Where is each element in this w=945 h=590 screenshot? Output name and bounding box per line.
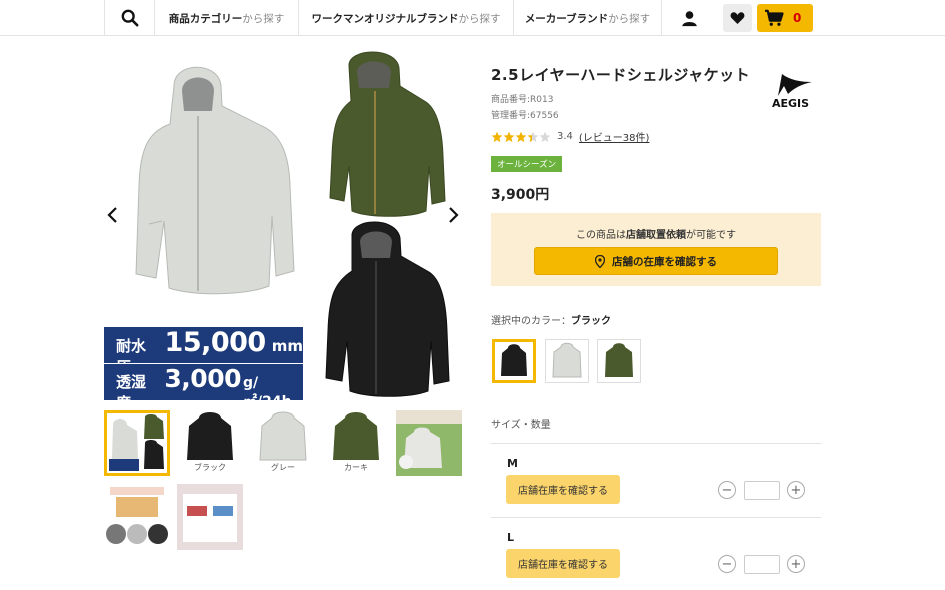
thumbnail-2[interactable]: ブラック xyxy=(177,410,243,476)
thumbnail-7[interactable] xyxy=(177,484,243,550)
nav-original-brand[interactable]: ワークマンオリジナルブランド から探す xyxy=(299,0,514,36)
selected-color-label: 選択中のカラー：ブラック xyxy=(491,312,611,327)
search-icon xyxy=(121,9,138,27)
size-quantity-label: サイズ・数量 xyxy=(491,420,551,431)
khaki-jacket-image xyxy=(329,51,446,217)
thumbnail-5-image xyxy=(396,410,462,476)
color-option-khaki-image xyxy=(605,343,633,377)
store-pickup-box: この商品は店舗取置依頼が可能です 店舗の在庫を確認する xyxy=(491,213,821,286)
location-pin-icon xyxy=(595,254,605,268)
cart-button[interactable]: 0 xyxy=(757,4,813,32)
size-m-quantity-input[interactable] xyxy=(744,481,780,500)
review-link[interactable]: (レビュー38件) xyxy=(579,129,650,144)
thumbnail-6-image xyxy=(106,487,168,544)
check-store-stock-button[interactable]: 店舗の在庫を確認する xyxy=(534,247,778,275)
star-icon xyxy=(539,131,551,142)
size-l-quantity-input[interactable] xyxy=(744,555,780,574)
divider xyxy=(491,443,821,444)
size-l-label: L xyxy=(507,531,515,544)
rating-value: 3.4 xyxy=(557,131,573,142)
size-m-label: M xyxy=(507,457,518,470)
product-number: 商品番号:R013 xyxy=(491,95,554,105)
season-badge: オールシーズン xyxy=(491,156,563,172)
size-l-minus-button[interactable]: − xyxy=(718,555,736,573)
breathability-badge: 透湿度 3,000 g/㎡/24h xyxy=(104,364,303,412)
nav-maker-brand-sub: から探す xyxy=(608,12,651,25)
star-icon xyxy=(527,131,539,142)
minus-icon: − xyxy=(721,482,733,498)
store-text-post: が可能です xyxy=(686,230,736,241)
divider xyxy=(491,517,821,518)
breathability-label: 透湿度 xyxy=(116,373,147,412)
thumbnail-3-caption: グレー xyxy=(271,463,295,472)
size-l-store-stock-button[interactable]: 店舗在庫を確認する xyxy=(506,549,620,578)
thumbnail-4[interactable]: カーキ xyxy=(323,410,389,476)
store-text-bold: 店舗取置依頼 xyxy=(626,230,686,241)
store-pickup-text: この商品は店舗取置依頼が可能です xyxy=(491,226,821,241)
color-option-gray[interactable] xyxy=(545,339,589,383)
nav-original-brand-label: ワークマンオリジナルブランド xyxy=(311,12,459,25)
gallery-prev-button[interactable] xyxy=(106,205,118,229)
gray-jacket-image xyxy=(135,66,295,295)
heart-icon xyxy=(730,12,745,24)
product-title: 2.5レイヤーハードシェルジャケット xyxy=(491,66,751,84)
nav-maker-brand[interactable]: メーカーブランド から探す xyxy=(514,0,662,36)
thumbnail-3[interactable]: グレー xyxy=(250,410,316,476)
water-pressure-unit: mm xyxy=(271,337,303,355)
site-header: 商品カテゴリー から探す ワークマンオリジナルブランド から探す メーカーブランドか… xyxy=(0,0,945,36)
thumbnail-2-caption: ブラック xyxy=(194,463,226,472)
user-icon xyxy=(681,10,697,26)
brand-logo: AEGIS xyxy=(770,74,814,110)
size-m-minus-button[interactable]: − xyxy=(718,481,736,499)
gallery-next-button[interactable] xyxy=(448,205,460,229)
minus-icon: − xyxy=(721,556,733,572)
check-store-stock-label: 店舗の在庫を確認する xyxy=(612,255,717,268)
account-button[interactable] xyxy=(672,4,706,32)
water-pressure-value: 15,000 xyxy=(164,327,267,358)
rating-row: 3.4 (レビュー38件) xyxy=(491,129,649,144)
color-option-gray-image xyxy=(552,342,582,378)
black-jacket-image xyxy=(325,221,450,397)
color-label-text: 選択中のカラー： xyxy=(491,316,571,327)
plus-icon: + xyxy=(790,482,802,498)
size-l-plus-button[interactable]: + xyxy=(787,555,805,573)
chevron-right-icon xyxy=(449,207,459,223)
favorites-button[interactable] xyxy=(723,4,752,32)
aegis-logo-icon: AEGIS xyxy=(772,74,812,110)
nav-category-sub: から探す xyxy=(242,12,285,25)
thumbnail-5[interactable] xyxy=(396,410,462,476)
svg-text:AEGIS: AEGIS xyxy=(772,97,809,110)
color-option-black[interactable] xyxy=(492,339,536,383)
water-pressure-badge: 耐水圧 15,000 mm xyxy=(104,327,303,376)
nav-category-label: 商品カテゴリー xyxy=(168,12,243,25)
thumbnail-7-image xyxy=(177,484,243,550)
thumbnail-1-image xyxy=(109,414,164,471)
thumbnail-1[interactable] xyxy=(104,410,170,476)
cart-icon xyxy=(765,9,784,26)
breathability-value: 3,000 xyxy=(164,364,241,393)
nav-maker-brand-label: メーカーブランド xyxy=(524,12,609,25)
color-selected-text: ブラック xyxy=(571,316,611,327)
nav-original-brand-sub: から探す xyxy=(458,12,501,25)
star-icon xyxy=(491,131,503,142)
size-m-store-stock-button[interactable]: 店舗在庫を確認する xyxy=(506,475,620,504)
star-rating xyxy=(491,131,551,143)
thumbnail-4-caption: カーキ xyxy=(344,463,368,472)
plus-icon: + xyxy=(790,556,802,572)
search-button[interactable] xyxy=(104,0,155,36)
star-icon xyxy=(515,131,527,142)
breathability-unit: g/㎡/24h xyxy=(242,375,292,410)
star-icon xyxy=(503,131,515,142)
thumbnail-6[interactable] xyxy=(104,484,170,550)
color-option-khaki[interactable] xyxy=(597,339,641,383)
store-text-pre: この商品は xyxy=(576,230,626,241)
nav-category[interactable]: 商品カテゴリー から探す xyxy=(155,0,299,36)
cart-count: 0 xyxy=(793,11,802,25)
price: 3,900円 xyxy=(491,187,550,203)
management-number: 管理番号:67556 xyxy=(491,111,559,121)
chevron-left-icon xyxy=(107,207,117,223)
color-option-black-image xyxy=(501,344,527,376)
size-m-plus-button[interactable]: + xyxy=(787,481,805,499)
